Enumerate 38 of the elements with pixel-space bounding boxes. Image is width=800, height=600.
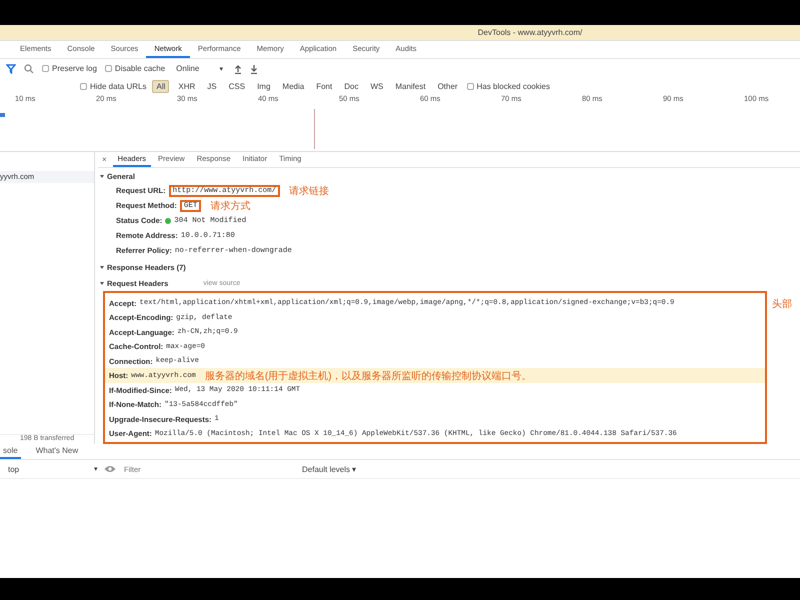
type-filter[interactable]: JS [204,80,220,92]
type-filter[interactable]: Font [313,80,336,92]
type-filter[interactable]: Manifest [392,80,429,92]
expand-arrow[interactable] [100,175,104,178]
download-icon[interactable] [250,64,258,74]
request-bar [0,113,5,117]
type-filter[interactable]: Media [279,80,308,92]
eye-icon[interactable] [104,465,116,473]
expand-arrow[interactable] [100,266,104,269]
annotation-text: 服务器的域名(用于虚拟主机)，以及服务器所监听的传输控制协议端口号。 [204,370,532,383]
type-filter[interactable]: CSS [226,80,248,92]
annotation-text: 头部 [772,298,792,311]
time-marker [314,109,315,149]
type-filter[interactable]: Other [434,80,461,92]
type-filter[interactable]: XHR [175,80,198,92]
annotation-text: 请求链接 [289,184,330,198]
checkbox-label: Has blocked cookies [476,82,550,90]
type-filter[interactable]: All [152,80,170,92]
checkbox-label: Preserve log [52,64,97,73]
preserve-log-checkbox[interactable] [42,65,49,72]
drawer-tab[interactable]: sole [0,444,21,459]
search-icon[interactable] [24,64,34,74]
hide-data-urls-checkbox[interactable] [80,82,87,90]
levels-dropdown[interactable]: Default levels ▾ [302,464,356,474]
expand-arrow[interactable] [100,282,104,285]
disable-cache-checkbox[interactable] [104,65,112,72]
window-title: DevTools - www.atyyvrh.com/ [476,28,582,37]
drawer-tab[interactable]: What's New [32,444,82,459]
upload-icon[interactable] [234,64,242,74]
type-filter[interactable]: Img [254,80,274,92]
annotation-text: 请求方式 [210,200,250,213]
checkbox-label: Disable cache [114,64,166,73]
checkbox-label: Hide data URLs [90,82,146,90]
type-filter[interactable]: WS [367,80,386,92]
blocked-cookies-checkbox[interactable] [466,82,474,90]
filter-icon[interactable] [6,64,16,74]
type-filter[interactable]: Doc [341,80,362,92]
close-button[interactable]: × [98,152,111,167]
